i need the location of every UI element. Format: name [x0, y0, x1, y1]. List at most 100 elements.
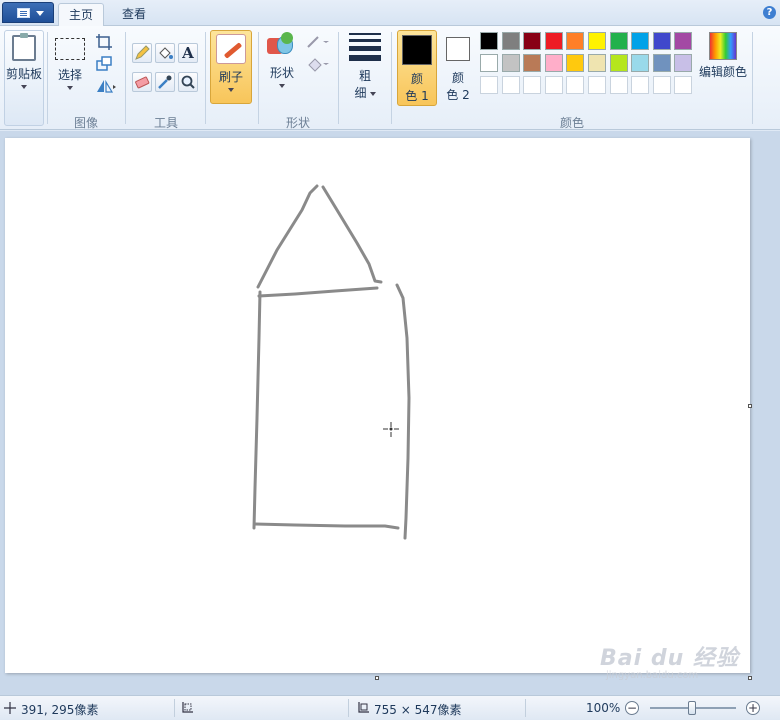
palette-swatch[interactable]	[652, 76, 671, 94]
select-label: 选择	[57, 68, 82, 82]
palette-swatch[interactable]	[544, 32, 563, 50]
eraser-icon	[135, 76, 150, 89]
zoom-in-button[interactable]: +	[746, 701, 760, 715]
resize-handle-bottom[interactable]	[375, 676, 379, 680]
palette-swatch[interactable]	[566, 54, 585, 72]
text-tool[interactable]: A	[178, 43, 198, 63]
canvas-workspace	[0, 131, 780, 695]
clipboard-icon	[12, 33, 36, 61]
cursor-position: 391, 295像素	[21, 703, 99, 717]
palette-swatch[interactable]	[501, 32, 520, 50]
edit-colors-label: 编辑颜色	[698, 65, 747, 79]
crop-icon[interactable]	[94, 32, 114, 52]
status-bar: 391, 295像素 755 × 547像素 100% − +	[0, 695, 780, 720]
palette-swatch[interactable]	[674, 32, 693, 50]
chevron-down-icon	[36, 11, 44, 16]
image-group-label: 图像	[73, 116, 98, 130]
eraser-tool[interactable]	[132, 72, 152, 92]
line-width-icon	[349, 33, 381, 61]
cursor-position-icon	[4, 702, 16, 714]
size-button[interactable]: 粗 细	[344, 30, 386, 101]
palette-swatch[interactable]	[652, 32, 671, 50]
size-label-line1: 粗	[358, 69, 371, 83]
colors-group-label: 颜色	[559, 116, 584, 130]
palette-swatch[interactable]	[501, 76, 520, 94]
tab-home[interactable]: 主页	[58, 3, 104, 27]
palette-swatch[interactable]	[631, 54, 650, 72]
pencil-tool[interactable]	[132, 43, 152, 63]
chevron-down-icon	[67, 86, 73, 90]
palette-swatch[interactable]	[523, 32, 542, 50]
palette-swatch[interactable]	[523, 54, 542, 72]
image-size-icon	[358, 702, 369, 713]
size-label-line2: 细	[354, 86, 367, 100]
color2-label-line1: 颜	[451, 71, 464, 85]
help-button[interactable]: ?	[763, 6, 776, 19]
palette-swatch[interactable]	[588, 32, 606, 50]
magnifier-icon	[181, 75, 195, 89]
palette-swatch[interactable]	[480, 54, 498, 72]
text-icon: A	[182, 44, 194, 62]
brush-label: 刷子	[218, 70, 243, 84]
eyedropper-icon	[158, 75, 172, 89]
palette-swatch[interactable]	[588, 54, 606, 72]
pencil-icon	[135, 45, 150, 60]
selection-size-icon	[182, 702, 193, 713]
edit-colors-button[interactable]: 编辑颜色	[698, 30, 748, 80]
chevron-down-icon	[228, 88, 234, 92]
palette-swatch[interactable]	[566, 32, 585, 50]
color2-swatch	[446, 37, 470, 61]
shapes-group-label: 形状	[285, 116, 310, 130]
color1-swatch	[402, 35, 432, 65]
paint-menu-button[interactable]	[2, 2, 54, 23]
resize-handle-right[interactable]	[748, 404, 752, 408]
palette-swatch[interactable]	[544, 76, 563, 94]
palette-swatch[interactable]	[544, 54, 563, 72]
brush-icon	[216, 34, 246, 64]
palette-swatch[interactable]	[631, 76, 650, 94]
image-size: 755 × 547像素	[374, 703, 462, 717]
shapes-button[interactable]: 形状	[264, 30, 300, 88]
palette-swatch[interactable]	[674, 76, 693, 94]
tab-view[interactable]: 查看	[112, 3, 156, 27]
fill-tool[interactable]	[155, 43, 175, 63]
color2-label-line2: 色 2	[446, 88, 470, 102]
select-rectangle-icon	[55, 38, 85, 60]
palette-swatch[interactable]	[480, 32, 498, 50]
palette-swatch[interactable]	[588, 76, 606, 94]
palette-swatch[interactable]	[609, 32, 628, 50]
palette-swatch[interactable]	[631, 32, 650, 50]
ribbon-tab-bar: 主页 查看 ?	[0, 0, 780, 27]
zoom-out-button[interactable]: −	[625, 701, 639, 715]
palette-swatch[interactable]	[523, 76, 542, 94]
palette-swatch[interactable]	[501, 54, 520, 72]
color-picker-tool[interactable]	[155, 72, 175, 92]
magnifier-tool[interactable]	[178, 72, 198, 92]
clipboard-button[interactable]: 剪贴板	[4, 30, 44, 126]
drawing-canvas[interactable]	[5, 138, 752, 680]
fill-style-icon[interactable]	[305, 54, 331, 74]
color1-label-line2: 色 1	[405, 89, 429, 103]
palette-swatch[interactable]	[480, 76, 498, 94]
color2-button[interactable]: 颜 色 2	[440, 30, 476, 103]
chevron-down-icon	[369, 92, 376, 96]
color1-button[interactable]: 颜 色 1	[397, 30, 437, 106]
select-button[interactable]: 选择	[52, 30, 88, 90]
zoom-slider-thumb[interactable]	[688, 701, 696, 715]
palette-swatch[interactable]	[566, 76, 585, 94]
palette-swatch[interactable]	[609, 54, 628, 72]
rainbow-icon	[709, 32, 737, 60]
resize-icon[interactable]	[94, 54, 114, 74]
clipboard-label: 剪贴板	[5, 67, 42, 81]
color1-label-line1: 颜	[410, 72, 423, 86]
brush-button[interactable]: 刷子	[210, 30, 252, 104]
zoom-slider[interactable]	[650, 701, 736, 715]
palette-swatch[interactable]	[652, 54, 671, 72]
house-sketch	[252, 184, 411, 540]
chevron-down-icon	[21, 85, 27, 89]
palette-swatch[interactable]	[674, 54, 693, 72]
rotate-icon[interactable]	[94, 76, 118, 96]
outline-icon[interactable]	[305, 32, 331, 52]
baidu-watermark: Bai du 经验 jingyan.baidu.com	[600, 646, 739, 681]
palette-swatch[interactable]	[609, 76, 628, 94]
